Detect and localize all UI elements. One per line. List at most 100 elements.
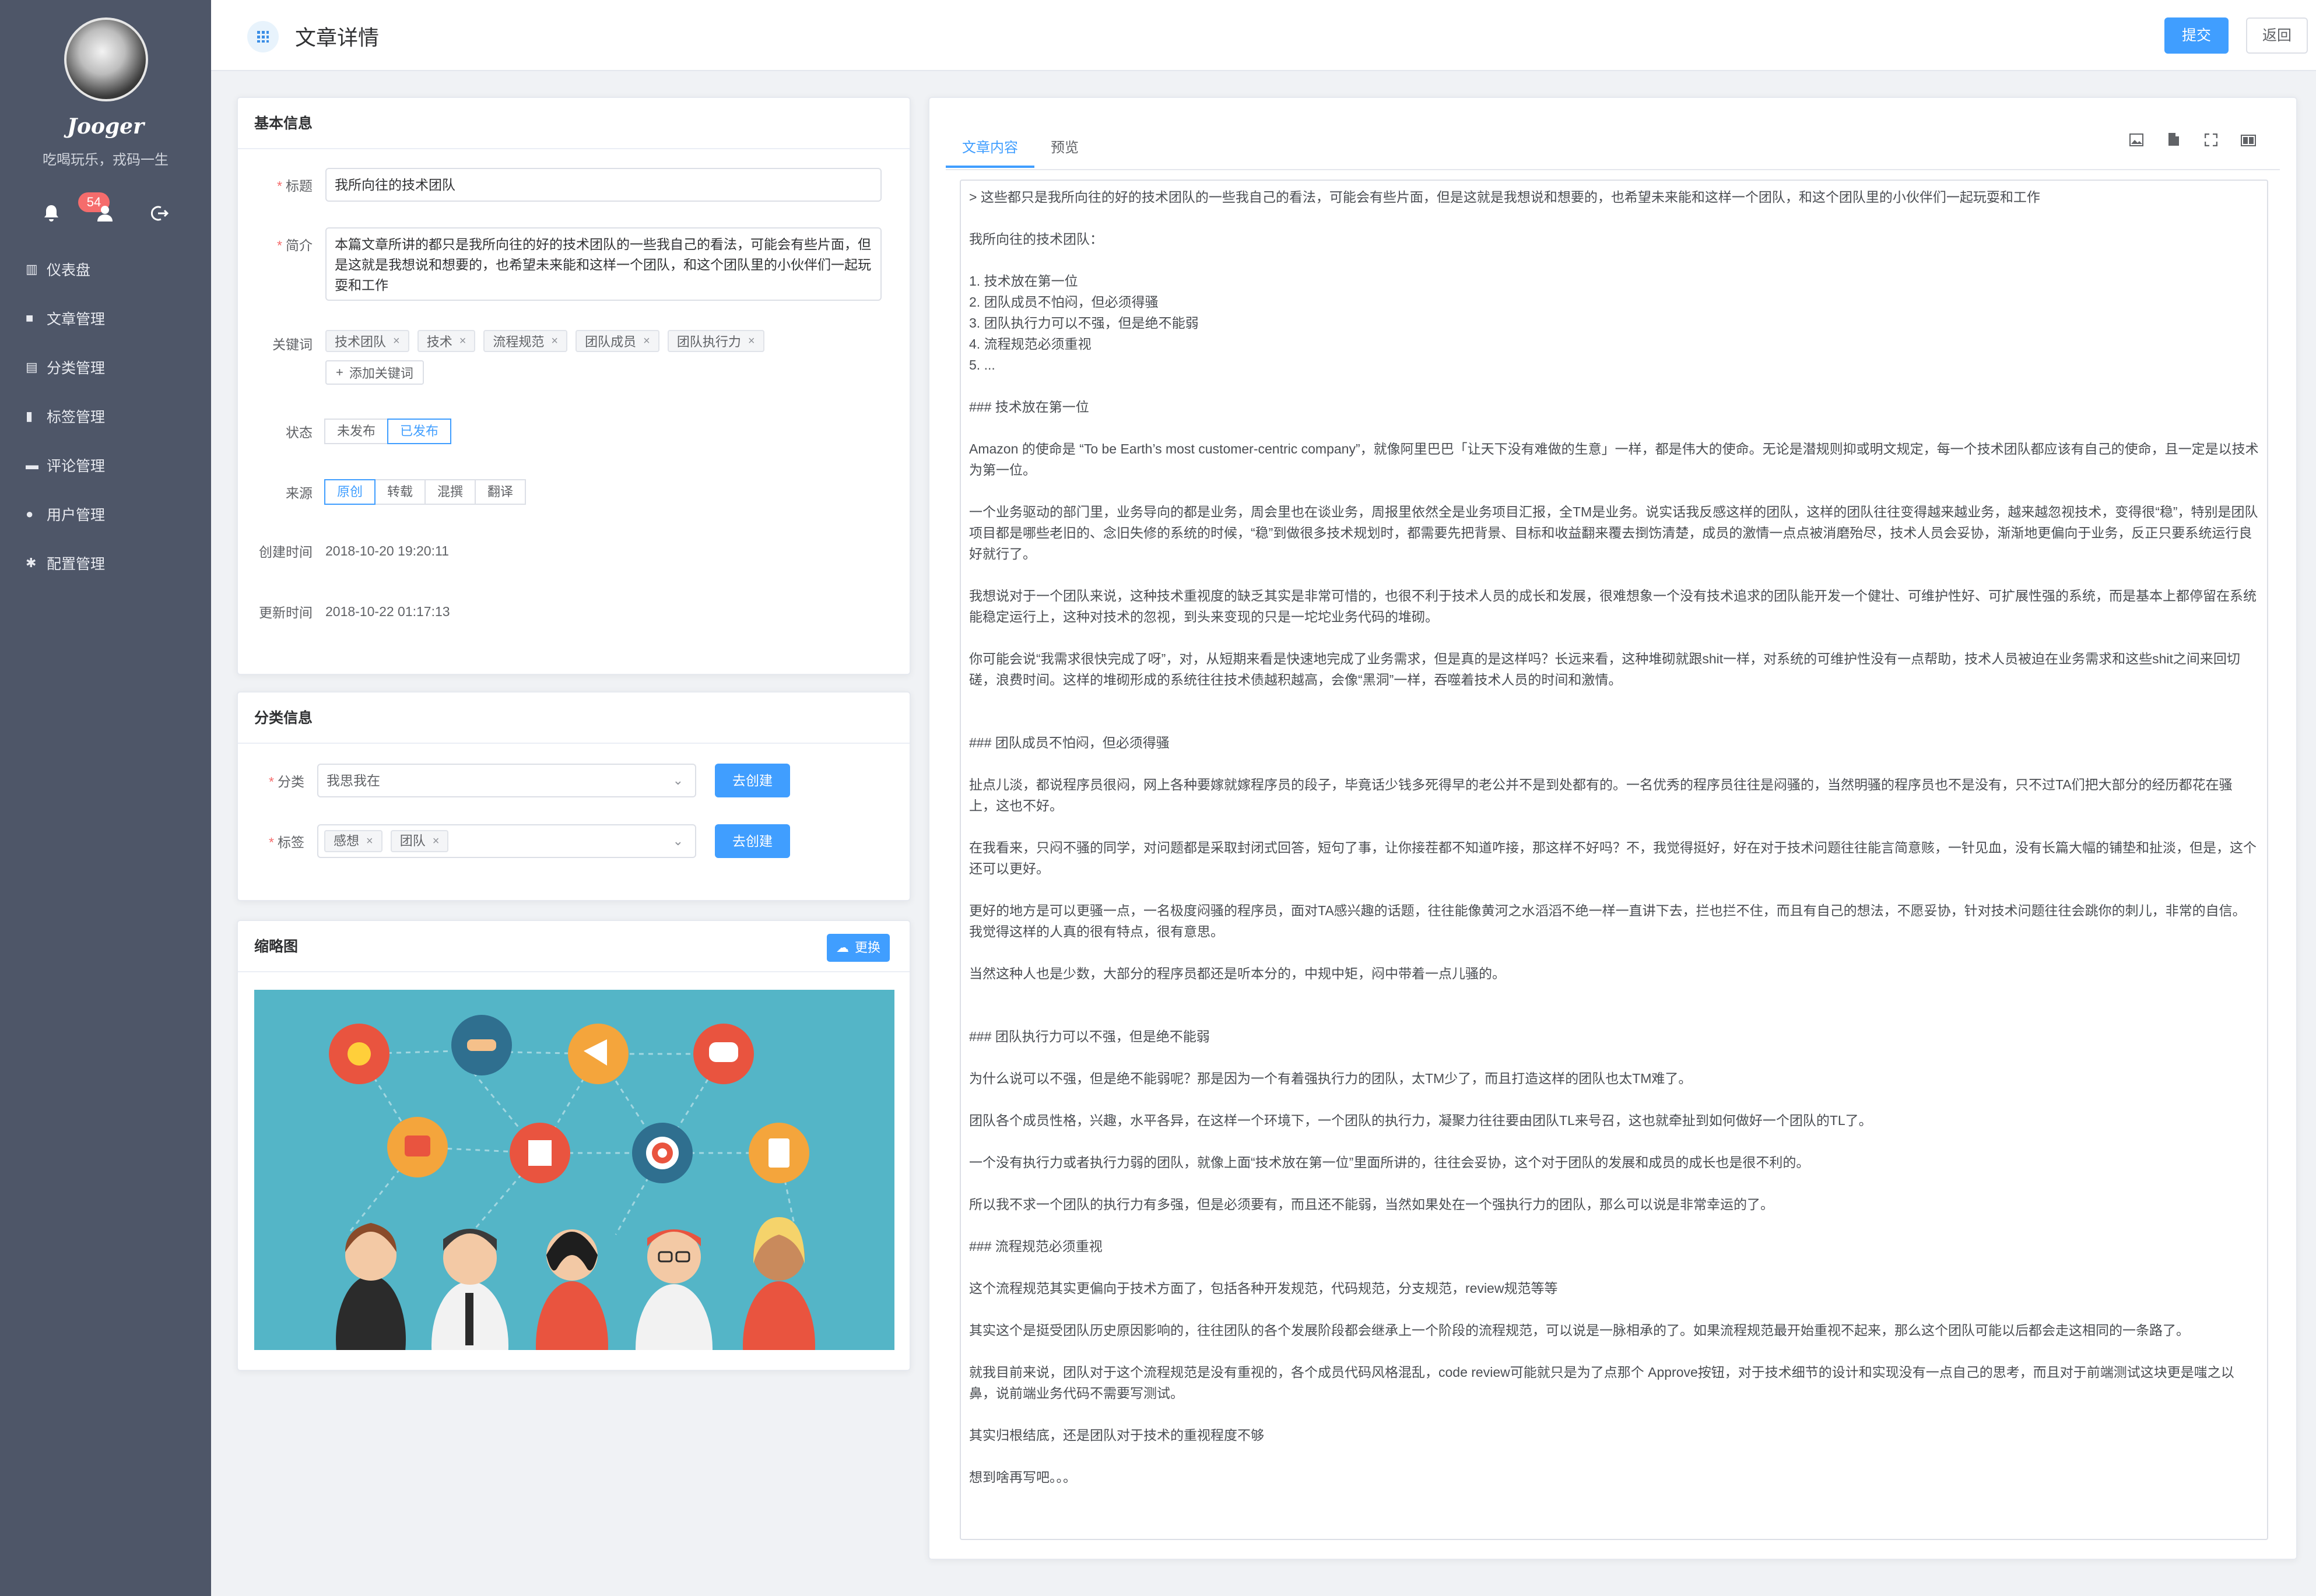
file-icon[interactable] [2162, 131, 2185, 154]
image-icon[interactable] [2125, 131, 2148, 154]
editor-line: 你可能会说“我需求很快完成了呀”，对，从短期来看是快速地完成了业务需求，但是真的… [969, 651, 2240, 687]
keywords-label: 关键词 [272, 337, 313, 352]
sidebar-menu: ▥ 仪表盘 ■ 文章管理 ▤ 分类管理 ▮ 标签管理 ▬ 评论管理 ● 用户管理… [0, 245, 211, 588]
tab-content[interactable]: 文章内容 [946, 128, 1034, 168]
keyword-tag[interactable]: 团队执行力 × [667, 330, 764, 352]
close-icon[interactable]: × [366, 825, 373, 857]
tags-label: 标签 [278, 835, 304, 850]
title-input[interactable]: 我所向往的技术团队 [325, 168, 882, 202]
editor-line: 想到啥再写吧。。。 [969, 1470, 1076, 1485]
sidebar-item-articles[interactable]: ■ 文章管理 [0, 294, 211, 343]
create-category-button[interactable]: 去创建 [715, 764, 790, 797]
close-icon[interactable]: × [459, 335, 466, 348]
sidebar-item-comments[interactable]: ▬ 评论管理 [0, 441, 211, 490]
sidebar-item-label: 分类管理 [47, 360, 106, 377]
fullscreen-icon[interactable] [2199, 131, 2223, 154]
editor-line: 5. ... [969, 357, 995, 372]
sidebar-item-settings[interactable]: ✱ 配置管理 [0, 539, 211, 588]
editor-line: 更好的地方是可以更骚一点，一名极度闷骚的程序员，面对TA感兴趣的话题，往往能像黄… [969, 903, 2246, 939]
sidebar-item-tags[interactable]: ▮ 标签管理 [0, 392, 211, 441]
source-radio-group: 原创 转载 混撰 翻译 [324, 479, 527, 505]
preview-icon[interactable] [2237, 131, 2260, 154]
create-tag-button[interactable]: 去创建 [715, 824, 790, 858]
editor-line: ### 流程规范必须重视 [969, 1239, 1103, 1254]
editor-line: ### 技术放在第一位 [969, 399, 1089, 414]
back-button[interactable]: 返回 [2246, 17, 2308, 54]
close-icon[interactable]: × [643, 335, 650, 348]
summary-textarea[interactable]: 本篇文章所讲的都只是我所向往的好的技术团队的一些我自己的看法，可能会有些片面，但… [325, 227, 882, 301]
category-select[interactable]: 我思我在 ⌄ [317, 764, 696, 797]
article-icon: ■ [26, 311, 34, 325]
source-option-translation[interactable]: 翻译 [475, 479, 527, 505]
editor-line: 一个业务驱动的部门里，业务导向的都是业务，周会里也在谈业务，周报里依然全是业务项… [969, 504, 2258, 561]
avatar[interactable] [64, 17, 148, 101]
basic-info-card: 基本信息 * 标题 我所向往的技术团队 * 简介 本篇文章所讲的都只是我所向往的好的… [237, 97, 911, 675]
bell-icon[interactable]: 54 [34, 192, 110, 231]
summary-label: 简介 [286, 238, 313, 253]
close-icon[interactable]: × [748, 335, 755, 348]
sidebar-actions: 54 [0, 192, 211, 231]
source-option-repost[interactable]: 转载 [374, 479, 426, 505]
keyword-tag[interactable]: 流程规范 × [483, 330, 568, 352]
editor-line: 我想说对于一个团队来说，这种技术重视度的缺乏其实是非常可惜的，也很不利于技术人员… [969, 588, 2257, 624]
editor-line: 其实这个是挺受团队历史原因影响的，往往团队的各个发展阶段都会继承上一个阶段的流程… [969, 1323, 2189, 1338]
chevron-down-icon: ⌄ [672, 773, 683, 788]
created-time: 2018-10-20 19:20:11 [325, 543, 449, 558]
tags-select[interactable]: 感想 × 团队 × ⌄ [317, 824, 696, 858]
keyword-tag[interactable]: 团队成员 × [576, 330, 659, 352]
chevron-down-icon: ⌄ [672, 834, 683, 848]
card-title: 分类信息 [238, 692, 910, 744]
selected-tag[interactable]: 团队 × [390, 830, 449, 852]
editor-line: 我所向往的技术团队： [969, 231, 1103, 247]
keyword-tag[interactable]: 技术团队 × [325, 330, 409, 352]
editor-line: 3. 团队执行力可以不强，但是绝不能弱 [969, 315, 1199, 331]
status-option-published[interactable]: 已发布 [387, 419, 452, 444]
editor-line: 其实归根结底，还是团队对于技术的重视程度不够 [969, 1428, 1264, 1443]
close-icon[interactable]: × [393, 335, 400, 348]
tab-preview[interactable]: 预览 [1034, 128, 1095, 168]
upload-icon: ☁ [836, 940, 849, 955]
editor-line: 2. 团队成员不怕闷，但必须得骚 [969, 294, 1159, 310]
close-icon[interactable]: × [551, 335, 558, 348]
category-label: 分类 [278, 774, 304, 789]
close-icon[interactable]: × [433, 825, 440, 857]
source-option-mixed[interactable]: 混撰 [424, 479, 476, 505]
editor-card: 文章内容 预览 > 这些都只是我所向往的好的技术团队的一些我自己的看法，可能会有… [928, 97, 2297, 1560]
sidebar-item-label: 文章管理 [47, 311, 106, 328]
source-option-original[interactable]: 原创 [324, 479, 376, 505]
change-thumbnail-button[interactable]: ☁ 更换 [827, 934, 890, 962]
sidebar-item-users[interactable]: ● 用户管理 [0, 490, 211, 539]
sidebar-item-categories[interactable]: ▤ 分类管理 [0, 343, 211, 392]
user-icon[interactable] [87, 196, 122, 231]
status-radio-group: 未发布 已发布 [324, 419, 452, 444]
editor-line: Amazon 的使命是 “To be Earth’s most customer… [969, 441, 2259, 477]
sidebar-item-dashboard[interactable]: ▥ 仪表盘 [0, 245, 211, 294]
markdown-editor[interactable]: > 这些都只是我所向往的好的技术团队的一些我自己的看法，可能会有些片面，但是这就… [960, 180, 2268, 1540]
card-title: 基本信息 [238, 98, 910, 149]
selected-tag[interactable]: 感想 × [324, 830, 383, 852]
editor-line: 当然这种人也是少数，大部分的程序员都还是听本分的，中规中矩，闷中带着一点儿骚的。 [969, 966, 1506, 981]
title-label: 标题 [286, 178, 313, 194]
editor-line: 团队各个成员性格，兴趣，水平各异，在这样一个环境下，一个团队的执行力，凝聚力往往… [969, 1113, 1872, 1128]
sidebar-item-label: 评论管理 [47, 458, 106, 474]
keyword-tag[interactable]: 技术 × [417, 330, 476, 352]
logout-icon[interactable] [142, 196, 177, 231]
submit-button[interactable]: 提交 [2164, 17, 2229, 54]
add-keyword-button[interactable]: + 添加关键词 [325, 360, 424, 385]
sidebar-item-label: 标签管理 [47, 409, 106, 426]
editor-line: 4. 流程规范必须重视 [969, 336, 1092, 351]
editor-line: 在我看来，只闷不骚的同学，对问题都是采取封闭式回答，短句了事，让你接茬都不知道咋… [969, 840, 2257, 876]
gear-icon: ✱ [26, 556, 37, 570]
status-option-unpublished[interactable]: 未发布 [324, 419, 389, 444]
editor-line: 一个没有执行力或者执行力弱的团队，就像上面“技术放在第一位”里面所讲的，往往会妥… [969, 1155, 1810, 1170]
